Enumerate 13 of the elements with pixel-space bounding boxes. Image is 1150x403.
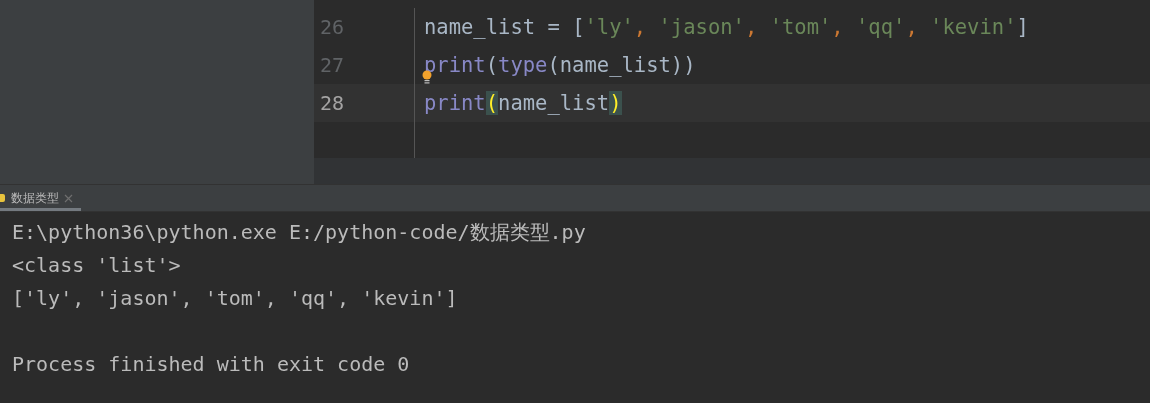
line-number: 28: [319, 91, 346, 115]
code-line: print(type(name_list)): [423, 53, 696, 77]
line-number: 26: [319, 15, 346, 39]
console-line: E:\python36\python.exe E:/python-code/数据类型.py: [12, 219, 587, 246]
console-line: Process finished with exit code 0: [12, 351, 411, 378]
python-file-icon: [0, 192, 6, 204]
code-line: print(name_list): [423, 91, 622, 115]
line-number: 27: [319, 53, 346, 77]
tab-label: 数据类型: [11, 189, 59, 207]
console-line: <class 'list'>: [12, 252, 182, 279]
console-line: ['ly', 'jason', 'tom', 'qq', 'kevin']: [12, 285, 459, 312]
code-line: name_list = ['ly', 'jason', 'tom', 'qq', 'kevin']: [423, 15, 1029, 39]
lightbulb-icon[interactable]: [422, 70, 432, 84]
